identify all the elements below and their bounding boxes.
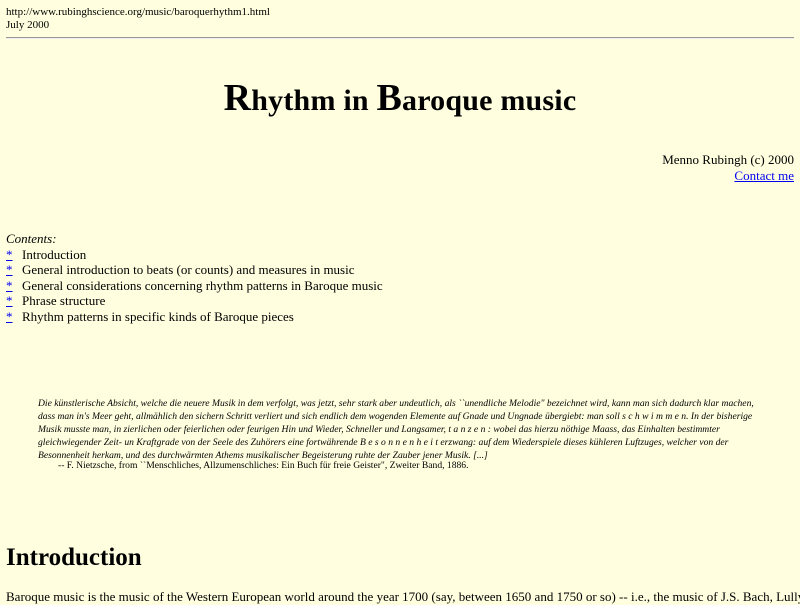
contents-link-phrase[interactable]: * [6, 293, 22, 309]
title-initial-b: B [376, 77, 402, 119]
contents-link-beats[interactable]: * [6, 262, 22, 278]
contents-item-label: Rhythm patterns in specific kinds of Bar… [22, 308, 294, 324]
contents-link-introduction[interactable]: * [6, 247, 22, 263]
page-url: http://www.rubinghscience.org/music/baro… [6, 6, 270, 18]
title-part-1: hythm in [251, 84, 377, 117]
introduction-heading: Introduction [6, 544, 142, 571]
page-header: http://www.rubinghscience.org/music/baro… [6, 6, 270, 32]
contents-heading: Contents: [6, 231, 57, 246]
author-credit: Menno Rubingh (c) 2000 [662, 152, 794, 167]
contents-item-label: Phrase structure [22, 293, 106, 309]
table-of-contents: Contents: * Introduction * General introdu… [6, 231, 383, 325]
contents-item-label: Introduction [22, 246, 87, 262]
contents-link-considerations[interactable]: * [6, 278, 22, 294]
contents-item-considerations: * General considerations concerning rhyth… [6, 278, 383, 294]
contents-item-introduction: * Introduction [6, 247, 383, 263]
author-block: Menno Rubingh (c) 2000 Contact me [662, 152, 794, 184]
contents-item-beats: * General introduction to beats (or count… [6, 262, 383, 278]
contents-item-patterns: * Rhythm patterns in specific kinds of Ba… [6, 309, 383, 325]
horizontal-rule [6, 37, 794, 39]
title-initial-r: R [223, 77, 252, 119]
nietzsche-quote: Die künstlerische Absicht, welche die ne… [38, 398, 754, 462]
page-title: Rhythm in Baroque music [0, 76, 800, 120]
page-date: July 2000 [6, 19, 50, 31]
quote-attribution: -- F. Nietzsche, from ``Menschliches, Al… [58, 460, 469, 471]
contents-item-label: General introduction to beats (or counts… [22, 262, 355, 278]
contents-item-label: General considerations concerning rhythm… [22, 277, 383, 293]
contents-item-phrase: * Phrase structure [6, 293, 383, 309]
contents-link-patterns[interactable]: * [6, 309, 22, 325]
introduction-paragraph: Baroque music is the music of the Wester… [6, 589, 800, 604]
title-part-2: aroque music [402, 84, 577, 117]
contact-link[interactable]: Contact me [734, 168, 794, 183]
